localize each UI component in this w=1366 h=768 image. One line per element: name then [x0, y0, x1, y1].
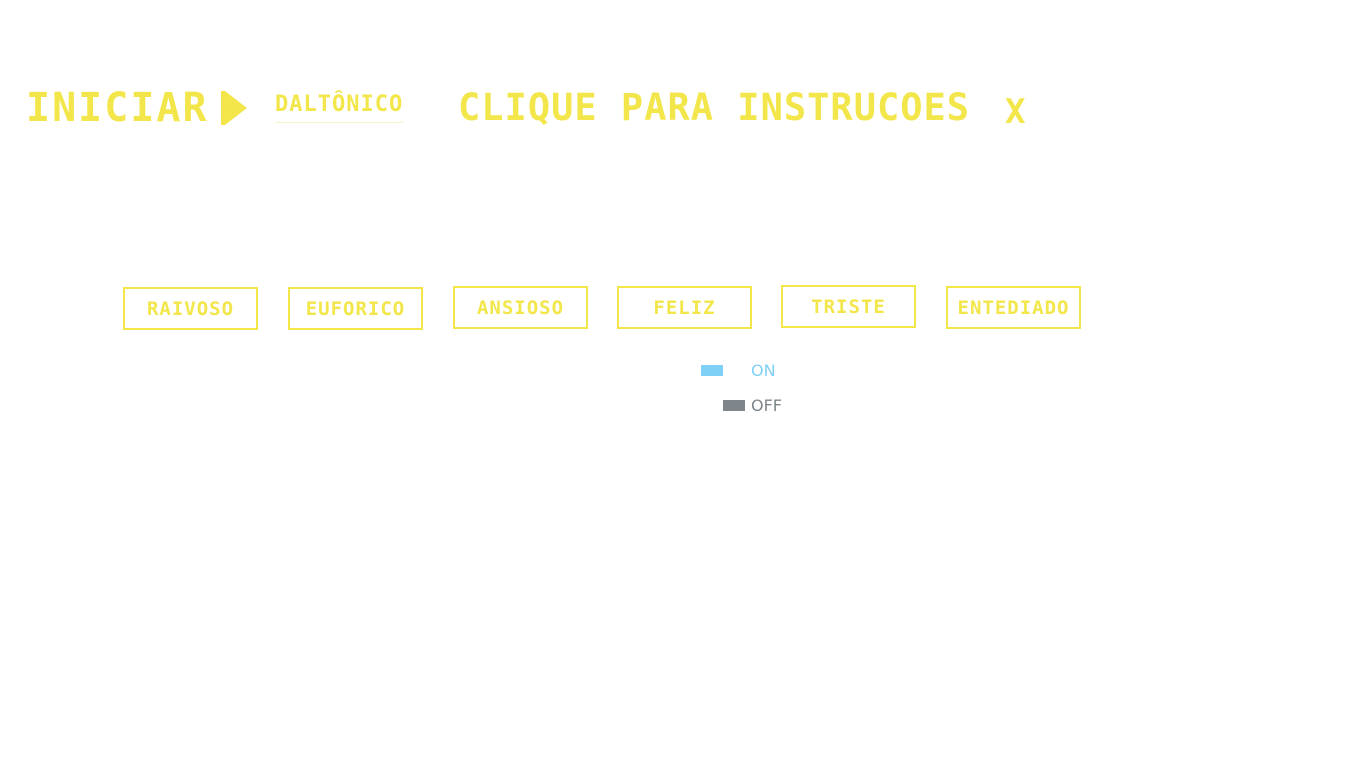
mood-button-triste[interactable]: TRISTE — [781, 285, 916, 328]
off-indicator — [723, 400, 745, 411]
game-screen: INICIAR DALTÔNICO CLIQUE PARA INSTRUCOES… — [0, 0, 1366, 768]
toggle-off-option[interactable]: OFF — [723, 396, 782, 415]
play-icon — [220, 91, 247, 125]
mood-button-entediado[interactable]: ENTEDIADO — [946, 286, 1081, 329]
off-label: OFF — [751, 396, 782, 415]
mood-button-ansioso[interactable]: ANSIOSO — [453, 286, 588, 329]
mood-button-feliz[interactable]: FELIZ — [617, 286, 752, 329]
on-label: ON — [751, 361, 776, 380]
start-button[interactable]: INICIAR — [26, 85, 247, 131]
close-button[interactable]: X — [1005, 92, 1026, 132]
start-label: INICIAR — [26, 85, 209, 131]
on-indicator — [701, 365, 723, 376]
mood-button-euforico[interactable]: EUFORICO — [288, 287, 423, 330]
colorblind-mode-button[interactable]: DALTÔNICO — [275, 92, 404, 123]
instructions-button[interactable]: CLIQUE PARA INSTRUCOES — [458, 86, 970, 129]
toggle-on-option[interactable]: ON — [701, 361, 776, 380]
mood-button-raivoso[interactable]: RAIVOSO — [123, 287, 258, 330]
